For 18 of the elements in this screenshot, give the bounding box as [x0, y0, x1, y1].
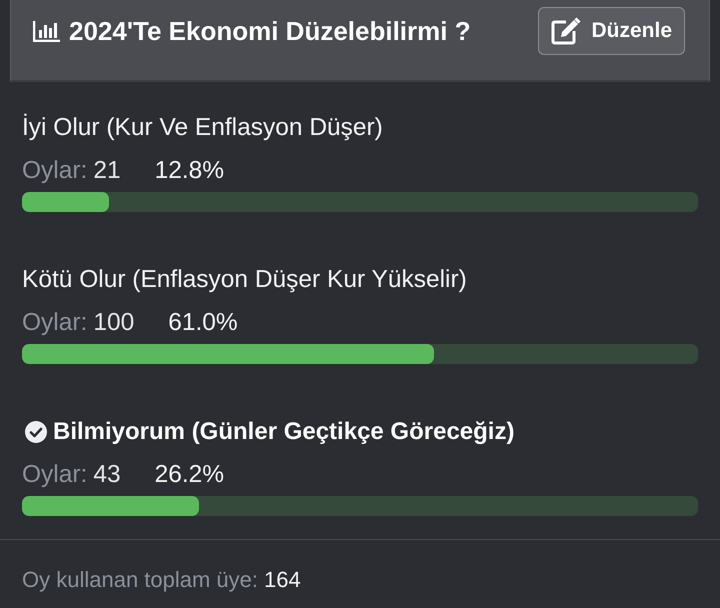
votes-label: Oylar: [22, 309, 88, 337]
votes-count: 100 [93, 309, 134, 337]
vote-percent: 61.0% [168, 309, 238, 337]
option-label: Bilmiyorum (Günler Geçtikçe Göreceğiz) [53, 418, 514, 446]
edit-icon [551, 17, 582, 45]
votes-count: 21 [93, 157, 121, 185]
votes-count: 43 [93, 461, 121, 489]
votes-label: Oylar: [22, 157, 88, 185]
option-label: İyi Olur (Kur Ve Enflasyon Düşer) [22, 114, 383, 142]
edit-button[interactable]: Düzenle [538, 7, 685, 55]
option-label: Kötü Olur (Enflasyon Düşer Kur Yükselir) [22, 266, 467, 294]
bar-chart-icon [33, 20, 61, 42]
vote-percent: 12.8% [154, 157, 224, 185]
vote-percent: 26.2% [154, 461, 224, 489]
votes-label: Oylar: [22, 461, 88, 489]
total-voters-count: 164 [264, 567, 301, 593]
poll-title: 2024'Te Ekonomi Düzelebilirmi ? [69, 16, 471, 46]
total-voters-label: Oy kullanan toplam üye: [22, 567, 258, 593]
